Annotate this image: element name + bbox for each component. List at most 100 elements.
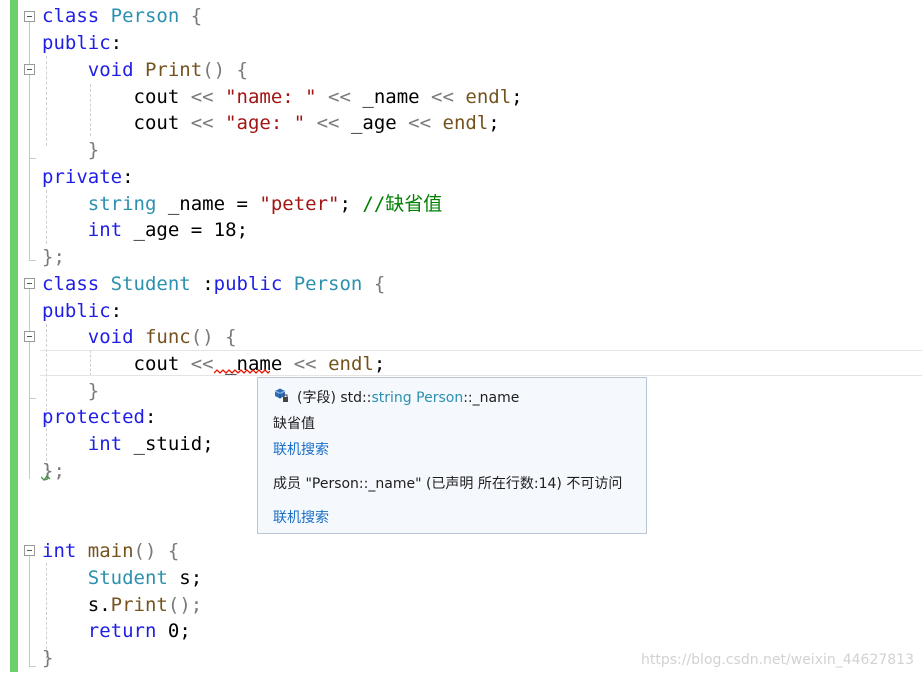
operator: <<	[328, 86, 351, 108]
code-line-5[interactable]: cout << "age: " << _age << endl;	[42, 110, 500, 136]
keyword: class	[42, 273, 100, 295]
tooltip-signature: (字段) std::string Person::_name	[297, 387, 519, 407]
punctuation: () {	[202, 59, 248, 81]
string-literal: "peter"	[259, 193, 340, 215]
number-literal: 18	[213, 219, 237, 241]
code-line-13[interactable]: void func() {	[42, 324, 237, 350]
code-line-9[interactable]: int _age = 18;	[42, 217, 248, 243]
function-name: main	[87, 540, 134, 562]
keyword: return	[87, 620, 157, 642]
colon: :	[110, 32, 123, 54]
fold-region-line	[29, 289, 30, 479]
collapse-class-person-icon[interactable]	[24, 11, 35, 22]
operator: <<	[293, 353, 317, 375]
access-specifier: private	[42, 166, 123, 188]
error-squiggle-icon	[214, 369, 270, 374]
identifier: _age	[133, 219, 180, 241]
semicolon: ;	[202, 433, 214, 455]
brace: }	[87, 139, 100, 161]
signature-member: ::_name	[463, 390, 520, 406]
string-literal: "age: "	[225, 112, 306, 134]
signature-type: string	[371, 390, 412, 406]
code-line-7[interactable]: private:	[42, 164, 134, 190]
string-literal: "name: "	[225, 86, 317, 108]
fold-region-end	[29, 158, 36, 159]
class-name: Person	[293, 273, 363, 295]
punctuation: () {	[133, 540, 180, 562]
access-specifier: protected	[42, 406, 145, 428]
return-type: void	[87, 326, 134, 348]
semicolon: ;	[179, 620, 191, 642]
collapse-print-icon[interactable]	[24, 64, 35, 75]
class-name: Person	[110, 5, 180, 27]
return-type: void	[87, 59, 134, 81]
code-line-21[interactable]: s.Print();	[42, 592, 202, 618]
semicolon: ;	[339, 193, 351, 215]
brace: }	[42, 647, 54, 669]
type-name: int	[87, 433, 123, 455]
number-literal: 0	[167, 620, 180, 642]
brace: {	[373, 273, 386, 295]
identifier: _stuid	[133, 433, 203, 455]
code-line-8[interactable]: string _name = "peter"; //缺省值	[42, 191, 443, 217]
identifier: _age	[350, 112, 397, 134]
operator: <<	[316, 112, 340, 134]
operator: <<	[190, 353, 214, 375]
watermark: https://blog.csdn.net/weixin_44627813	[640, 652, 914, 668]
operator: <<	[408, 112, 432, 134]
signature-class: Person	[416, 390, 464, 406]
dot: .	[99, 594, 111, 616]
code-line-3[interactable]: void Print() {	[42, 57, 248, 83]
collapse-func-icon[interactable]	[24, 331, 35, 342]
type-name: string	[87, 193, 157, 215]
identifier: _name	[362, 86, 420, 108]
operator: =	[190, 219, 203, 241]
operator: <<	[190, 86, 214, 108]
type-name: int	[87, 219, 123, 241]
brace: };	[42, 246, 65, 268]
type-name: Student	[87, 567, 168, 589]
brace: }	[87, 380, 100, 402]
identifier: s	[87, 594, 100, 616]
operator: <<	[431, 86, 454, 108]
online-search-link[interactable]: 联机搜索	[273, 439, 329, 459]
punctuation: ();	[167, 594, 203, 616]
identifier: endl	[442, 112, 489, 134]
punctuation: () {	[190, 326, 237, 348]
code-line-23[interactable]: }	[42, 645, 53, 671]
field-icon	[274, 388, 288, 402]
operator: <<	[190, 112, 214, 134]
code-line-2[interactable]: public:	[42, 30, 122, 56]
fold-region-end	[29, 260, 36, 261]
code-line-1[interactable]: class Person {	[42, 3, 202, 29]
code-line-22[interactable]: return 0;	[42, 618, 191, 644]
code-line-15[interactable]: }	[42, 378, 99, 404]
tooltip-doc: 缺省值	[273, 416, 315, 432]
identifier: cout	[133, 112, 180, 134]
function-name: Print	[144, 59, 203, 81]
keyword: public	[213, 273, 283, 295]
semicolon: ;	[488, 112, 500, 134]
code-line-11[interactable]: class Student :public Person {	[42, 271, 385, 297]
semicolon: ;	[190, 567, 203, 589]
fold-region-line	[29, 556, 30, 666]
code-line-16[interactable]: protected:	[42, 404, 156, 430]
collapse-main-icon[interactable]	[24, 545, 35, 556]
online-search-link[interactable]: 联机搜索	[273, 507, 329, 527]
code-line-19[interactable]: int main() {	[42, 538, 179, 564]
fold-region-line	[29, 22, 30, 260]
code-line-12[interactable]: public:	[42, 298, 122, 324]
fold-region-end	[29, 398, 36, 399]
code-line-4[interactable]: cout << "name: " << _name << endl;	[42, 84, 523, 110]
class-name: Student	[110, 273, 191, 295]
error-squiggle-icon	[41, 475, 51, 481]
comment: //缺省值	[362, 193, 443, 215]
identifier: _name	[167, 193, 226, 215]
change-tracking-bar	[10, 0, 18, 672]
access-specifier: public	[42, 300, 111, 322]
code-line-17[interactable]: int _stuid;	[42, 431, 214, 457]
code-line-20[interactable]: Student s;	[42, 565, 202, 591]
code-line-6[interactable]: }	[42, 137, 99, 163]
collapse-class-student-icon[interactable]	[24, 278, 35, 289]
code-line-10[interactable]: };	[42, 244, 65, 270]
